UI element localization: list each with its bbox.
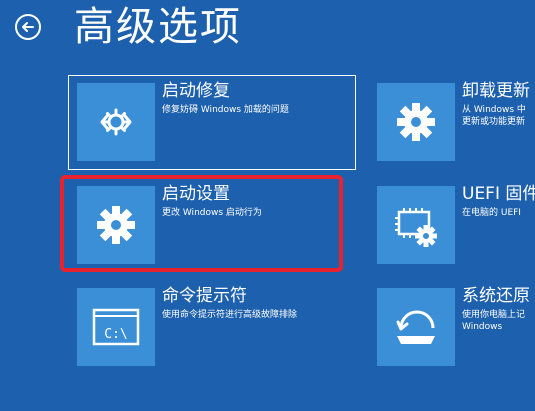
option-label: 启动修复 [162, 81, 230, 101]
uefi-firmware-tile [377, 186, 455, 264]
system-restore-tile [377, 288, 455, 366]
startup-settings-tile [77, 186, 155, 264]
gear-icon [397, 103, 435, 141]
option-uninstall-updates[interactable]: 卸载更新 从 Windows 中 更新或功能更新 [368, 75, 535, 175]
option-uefi-firmware[interactable]: UEFI 固件 在电脑的 UEFI [368, 178, 535, 278]
page-title: 高级选项 [74, 4, 242, 50]
gear-icon [97, 206, 135, 244]
command-prompt-tile: C:\ [77, 288, 155, 366]
option-description: 使用命令提示符进行高级故障排除 [162, 310, 298, 320]
back-button[interactable] [15, 14, 41, 40]
command-prompt-icon-text: C:\ [104, 327, 127, 342]
option-command-prompt[interactable]: C:\ 命令提示符 使用命令提示符进行高级故障排除 [68, 280, 368, 380]
option-description: 在电脑的 UEFI [462, 208, 521, 218]
option-label: 命令提示符 [162, 286, 247, 306]
option-startup-repair[interactable]: 启动修复 修复妨碍 Windows 加载的问题 [68, 75, 368, 175]
option-label: 卸载更新 [462, 81, 530, 101]
option-label: 启动设置 [162, 184, 230, 204]
option-description: 更改 Windows 启动行为 [162, 208, 262, 218]
option-label: UEFI 固件 [462, 184, 535, 204]
system-restore-icon [396, 310, 435, 344]
command-prompt-icon: C:\ [92, 308, 140, 346]
option-description: 从 Windows 中 更新或功能更新 [462, 105, 526, 127]
startup-repair-tile [77, 83, 155, 161]
uefi-chip-gear-icon [395, 208, 437, 247]
option-system-restore[interactable]: 系统还原 使用你电脑上记 Windows [368, 280, 535, 380]
option-startup-settings[interactable]: 启动设置 更改 Windows 启动行为 [68, 178, 368, 278]
back-arrow-icon [22, 22, 34, 32]
uninstall-updates-tile [377, 83, 455, 161]
option-description: 使用你电脑上记 Windows [462, 310, 526, 332]
startup-repair-icon [100, 108, 132, 136]
option-label: 系统还原 [462, 286, 530, 306]
option-description: 修复妨碍 Windows 加载的问题 [162, 105, 289, 115]
